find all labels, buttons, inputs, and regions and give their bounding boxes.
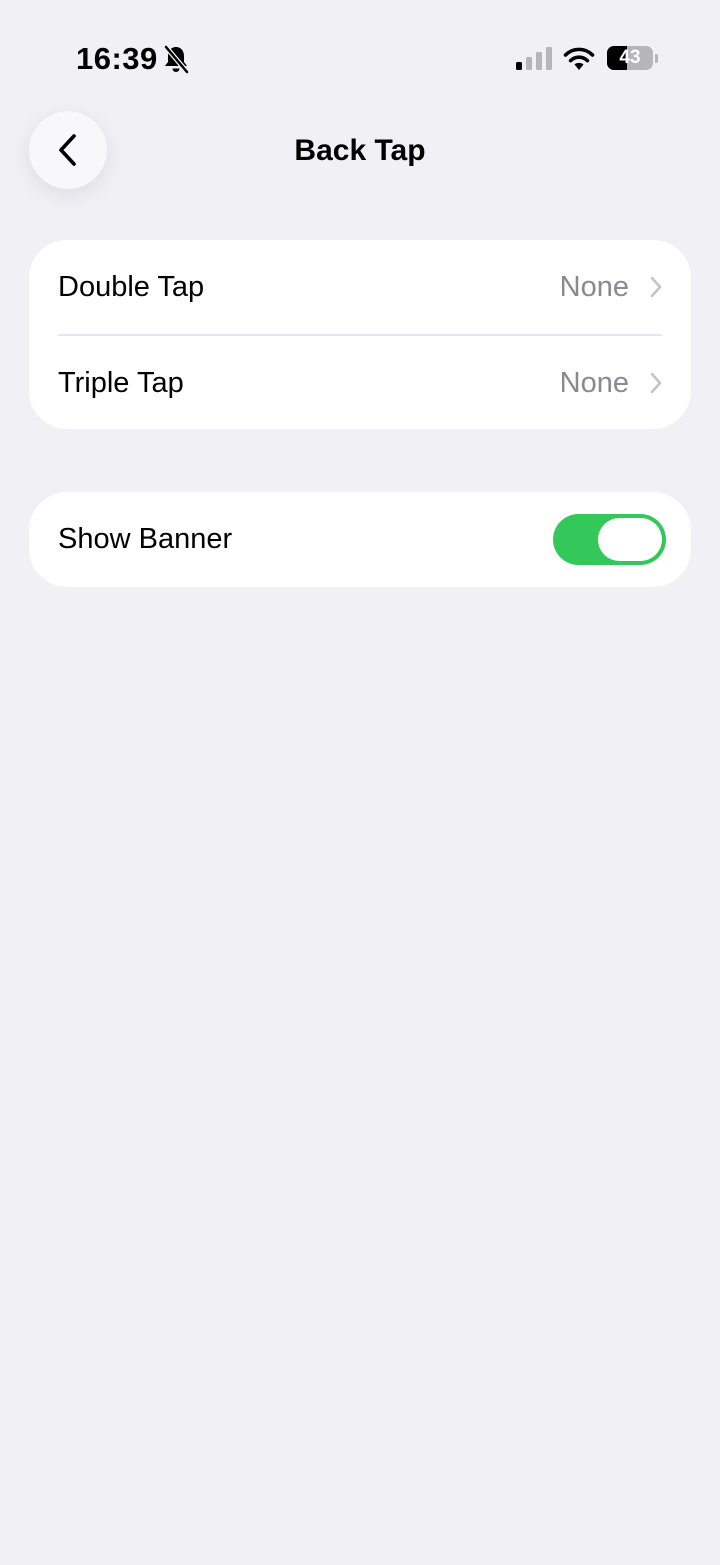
toggle-knob xyxy=(598,518,662,561)
cellular-signal-icon xyxy=(516,47,552,70)
show-banner-toggle[interactable] xyxy=(553,514,666,565)
show-banner-label: Show Banner xyxy=(58,523,233,555)
double-tap-row[interactable]: Double Tap None xyxy=(29,240,691,334)
banner-group: Show Banner xyxy=(29,492,691,587)
page-title: Back Tap xyxy=(294,134,426,167)
battery-level: 43 xyxy=(619,47,641,68)
battery-indicator: 43 xyxy=(607,46,659,72)
status-bar: 16:39 43 xyxy=(0,0,720,100)
triple-tap-value: None xyxy=(559,367,629,399)
chevron-right-icon xyxy=(650,372,662,394)
navigation-bar: Back Tap xyxy=(0,100,720,200)
battery-cap xyxy=(655,54,658,63)
tap-actions-group: Double Tap None Triple Tap None xyxy=(29,240,691,429)
show-banner-row: Show Banner xyxy=(29,492,691,586)
battery-body: 43 xyxy=(607,46,653,70)
chevron-right-icon xyxy=(650,276,662,298)
bell-slash-icon xyxy=(164,45,189,74)
wifi-icon xyxy=(563,47,595,70)
triple-tap-row[interactable]: Triple Tap None xyxy=(29,336,691,429)
double-tap-label: Double Tap xyxy=(58,271,205,303)
double-tap-value: None xyxy=(559,271,629,303)
triple-tap-label: Triple Tap xyxy=(58,367,184,399)
status-time: 16:39 xyxy=(76,41,158,76)
